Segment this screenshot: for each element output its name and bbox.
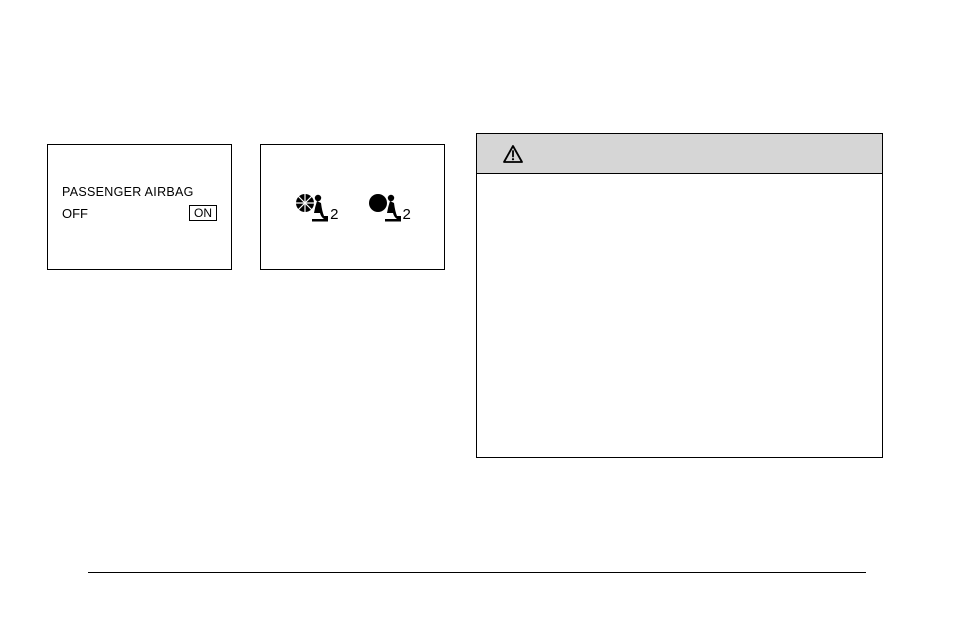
caution-header [477, 134, 882, 174]
airbag-off-icon [294, 189, 330, 225]
passenger-airbag-panel: PASSENGER AIRBAG OFF ON [47, 144, 232, 270]
footer-divider [88, 572, 866, 573]
passenger-airbag-title: PASSENGER AIRBAG [62, 185, 217, 199]
caution-box [476, 133, 883, 458]
airbag-on-icon [367, 189, 403, 225]
airbag-off-number: 2 [330, 206, 338, 223]
warning-triangle-icon [503, 145, 523, 163]
airbag-on-icon-group: 2 [367, 189, 411, 225]
airbag-status-row: OFF ON [62, 205, 217, 221]
airbag-on-number: 2 [403, 206, 411, 223]
airbag-off-label: OFF [62, 206, 88, 221]
airbag-icons-panel: 2 2 [260, 144, 445, 270]
airbag-off-icon-group: 2 [294, 189, 338, 225]
airbag-on-indicator: ON [189, 205, 217, 221]
